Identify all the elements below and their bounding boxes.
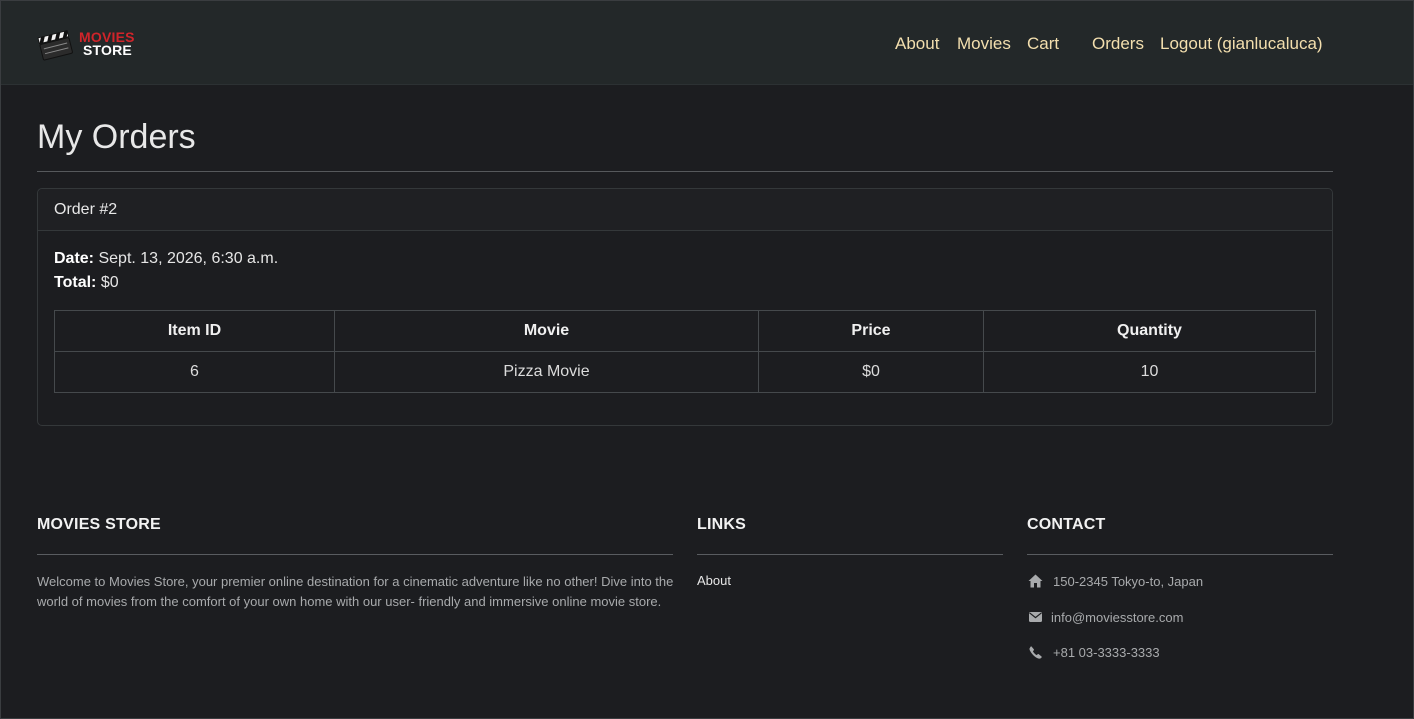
order-total-label: Total: xyxy=(54,274,97,291)
contact-address-text: 150-2345 Tokyo-to, Japan xyxy=(1053,573,1204,589)
contact-phone: +81 03-3333-3333 xyxy=(1027,643,1160,661)
footer-about-title: MOVIES STORE xyxy=(37,516,161,533)
main-nav: About Movies Cart Orders Logout (gianluc… xyxy=(1,32,1413,56)
cell-quantity: 10 xyxy=(983,351,1316,393)
column-header-movie: Movie xyxy=(334,310,759,352)
contact-email: info@moviesstore.com xyxy=(1027,608,1183,626)
column-header-quantity: Quantity xyxy=(983,310,1316,352)
table-row: 6 Pizza Movie $0 10 xyxy=(54,351,1316,393)
home-icon xyxy=(1027,573,1043,589)
footer-about-divider xyxy=(37,554,673,555)
order-date-value: Sept. 13, 2026, 6:30 a.m. xyxy=(98,250,279,267)
nav-logout-link[interactable]: Logout (gianlucaluca) xyxy=(1160,32,1323,56)
cell-movie: Pizza Movie xyxy=(334,351,759,393)
cell-item-id: 6 xyxy=(54,351,335,393)
footer-contact-divider xyxy=(1027,554,1333,555)
footer-links-title: LINKS xyxy=(697,516,746,533)
table-header-row: Item ID Movie Price Quantity xyxy=(54,310,1316,352)
nav-cart-link[interactable]: Cart xyxy=(1027,32,1059,56)
contact-phone-text: +81 03-3333-3333 xyxy=(1053,644,1160,660)
nav-movies-link[interactable]: Movies xyxy=(957,32,1011,56)
order-date: Date: Sept. 13, 2026, 6:30 a.m. xyxy=(54,247,278,271)
nav-orders-link[interactable]: Orders xyxy=(1092,32,1144,56)
footer-link-about[interactable]: About xyxy=(697,573,731,588)
order-total-value: $0 xyxy=(100,274,119,291)
cell-price: $0 xyxy=(758,351,984,393)
column-header-price: Price xyxy=(758,310,984,352)
footer-contact-title: CONTACT xyxy=(1027,516,1106,533)
footer-links-divider xyxy=(697,554,1003,555)
order-header: Order #2 xyxy=(38,189,1332,231)
order-meta: Date: Sept. 13, 2026, 6:30 a.m. Total: $… xyxy=(54,247,278,295)
page: MOVIES STORE About Movies Cart Orders Lo… xyxy=(0,0,1414,719)
order-total: Total: $0 xyxy=(54,271,278,295)
contact-email-text[interactable]: info@moviesstore.com xyxy=(1051,610,1183,625)
title-divider xyxy=(37,171,1333,172)
contact-address: 150-2345 Tokyo-to, Japan xyxy=(1027,572,1203,590)
order-date-label: Date: xyxy=(54,250,95,267)
envelope-icon xyxy=(1027,609,1043,625)
order-items-table: Item ID Movie Price Quantity 6 Pizza Mov… xyxy=(54,310,1316,393)
page-title: My Orders xyxy=(37,118,196,156)
phone-icon xyxy=(1027,644,1043,660)
footer-about-text: Welcome to Movies Store, your premier on… xyxy=(37,574,674,609)
column-header-item-id: Item ID xyxy=(54,310,335,352)
nav-about-link[interactable]: About xyxy=(895,32,939,56)
order-card: Order #2 Date: Sept. 13, 2026, 6:30 a.m.… xyxy=(37,188,1333,426)
navbar: MOVIES STORE About Movies Cart Orders Lo… xyxy=(1,1,1413,85)
